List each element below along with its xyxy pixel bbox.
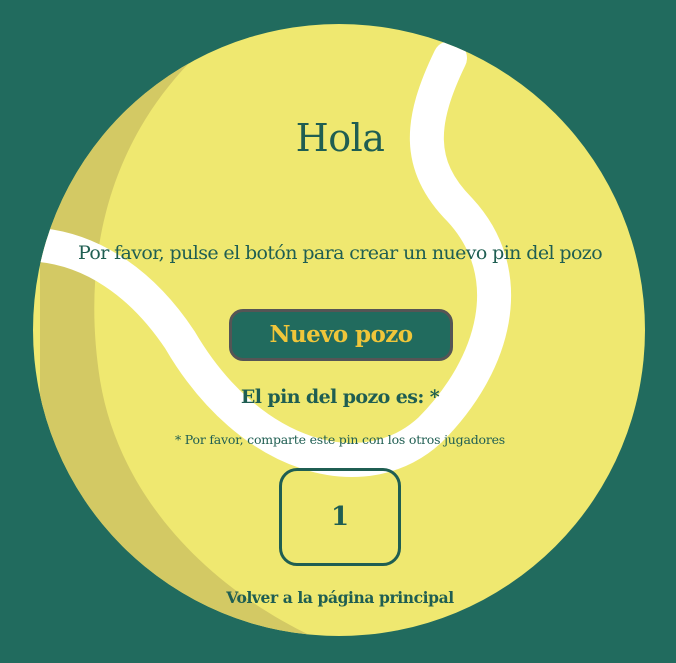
pin-display: 1 [279,468,401,566]
share-note: * Por favor, comparte este pin con los o… [174,432,506,447]
pin-label: El pin del pozo es: * [240,386,440,408]
welcome-panel: Hola Por favor, pulse el botón para crea… [0,0,676,663]
back-to-home-link[interactable]: Volver a la página principal [0,588,676,607]
new-pool-button[interactable]: Nuevo pozo [229,309,453,361]
page: Hola Por favor, pulse el botón para crea… [0,0,676,663]
instruction-text: Por favor, pulse el botón para crear un … [77,242,603,264]
page-title: Hola [295,116,385,160]
